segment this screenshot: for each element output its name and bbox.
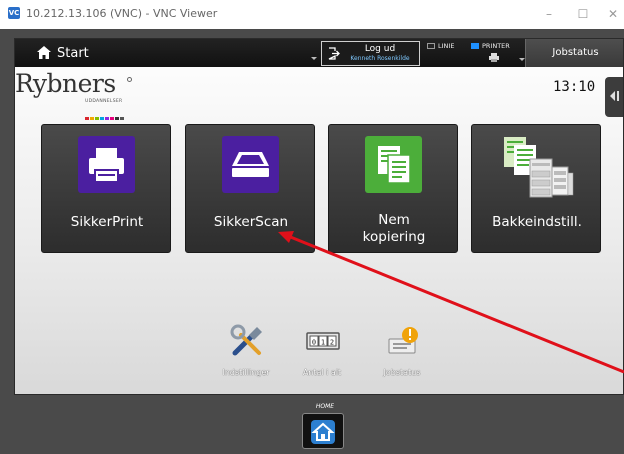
brand-dot: [110, 117, 114, 120]
counter-digit: 1: [321, 339, 325, 347]
status-bar: Start Log ud Kenneth Rosenkilde LINIE PR…: [15, 39, 623, 67]
clock: 13:10: [553, 79, 596, 95]
counter-icon: 0 1 2: [306, 332, 340, 350]
tile-label: Bakkeindstill.: [492, 214, 582, 230]
start-button[interactable]: Start: [15, 39, 317, 67]
logout-label: Log ud: [364, 44, 396, 54]
brand-logo: Rybners: [15, 69, 116, 98]
logout-button[interactable]: Log ud Kenneth Rosenkilde: [321, 41, 420, 66]
side-panel-toggle[interactable]: [605, 77, 623, 117]
brand-color-dots: [85, 105, 125, 120]
home-icon: [311, 420, 335, 444]
tile-bakkeindstill[interactable]: Bakkeindstill.: [471, 124, 601, 253]
line-indicator: LINIE: [427, 42, 454, 50]
window-title-bar: VC 10.212.13.106 (VNC) - VNC Viewer – ☐ …: [0, 0, 624, 29]
tile-label: SikkerPrint: [70, 214, 144, 230]
counter-digit: 0: [312, 339, 316, 347]
minimize-button[interactable]: –: [537, 4, 561, 24]
logout-icon: [328, 47, 340, 60]
arrow-left-icon: [610, 91, 615, 101]
printer-touch-screen: Start Log ud Kenneth Rosenkilde LINIE PR…: [14, 38, 624, 395]
close-button[interactable]: ✕: [603, 4, 623, 24]
util-antal-i-alt[interactable]: 0 1 2 Antal i alt: [287, 323, 357, 383]
chevron-down-icon: [311, 57, 317, 60]
brand-dot: [85, 117, 89, 120]
scanner-icon: [222, 136, 279, 193]
tile-label-line1: Nem: [378, 212, 410, 228]
tile-sikkerscan[interactable]: SikkerScan: [185, 124, 315, 253]
brand-dot: [120, 117, 124, 120]
tile-label-line2: kopiering: [362, 229, 426, 245]
counter-digit: 2: [330, 339, 334, 347]
tile-label: Nem kopiering: [329, 212, 459, 246]
brand-dot: [100, 117, 104, 120]
printer-indicator-label: PRINTER: [482, 42, 510, 50]
util-jobstatus[interactable]: Jobstatus: [367, 323, 437, 383]
jobstatus-button[interactable]: Jobstatus: [525, 39, 623, 67]
home-key-button[interactable]: [302, 413, 344, 449]
printer-status-box: [471, 43, 479, 49]
vnc-viewer-window: VC 10.212.13.106 (VNC) - VNC Viewer – ☐ …: [0, 0, 624, 454]
tools-icon: [230, 324, 262, 356]
window-title: 10.212.13.106 (VNC) - VNC Viewer: [26, 7, 218, 20]
tile-label: SikkerScan: [213, 214, 289, 230]
vnc-app-icon: VC: [8, 7, 20, 19]
home-icon: [37, 46, 51, 59]
line-indicator-label: LINIE: [438, 42, 455, 50]
brand-dot: [105, 117, 109, 120]
util-label: Jobstatus: [383, 368, 421, 377]
line-status-box: [427, 43, 435, 49]
brand-subtitle: UDDANNELSER: [85, 99, 123, 104]
panel-bar-icon: [617, 91, 619, 101]
maximize-button[interactable]: ☐: [571, 4, 595, 24]
start-label: Start: [57, 46, 89, 61]
printer-icon: [78, 136, 135, 193]
brand-dot: [115, 117, 119, 120]
tile-nem-kopiering[interactable]: Nem kopiering: [328, 124, 458, 253]
printer-status-icon: [489, 53, 499, 62]
printer-indicator: PRINTER: [471, 42, 510, 50]
tray-settings-icon: [500, 133, 575, 201]
brand-dot: [90, 117, 94, 120]
home-key-label: HOME: [315, 403, 335, 410]
brand-dot: [95, 117, 99, 120]
util-indstillinger[interactable]: Indstillinger: [211, 323, 281, 383]
util-label: Antal i alt: [302, 368, 342, 377]
brand-trademark-mark: [127, 77, 132, 82]
copy-icon: [365, 136, 422, 193]
tile-sikkerprint[interactable]: SikkerPrint: [41, 124, 171, 253]
job-status-icon: [388, 327, 418, 354]
logged-in-user: Kenneth Rosenkilde: [350, 55, 410, 62]
